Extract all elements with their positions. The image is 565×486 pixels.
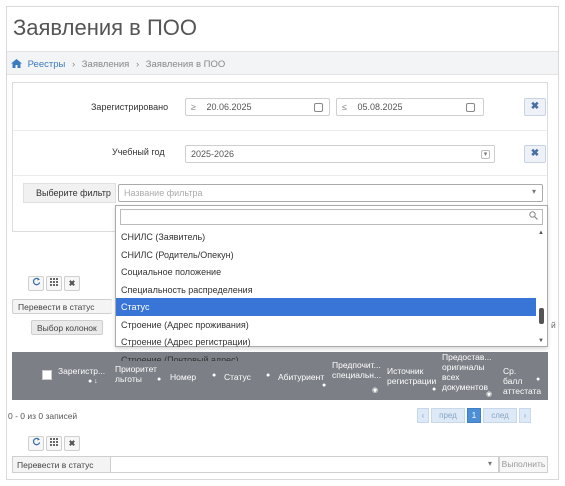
- refresh-button-bottom[interactable]: [28, 436, 44, 451]
- breadcrumb-separator: ›: [71, 59, 76, 70]
- close-button-bottom[interactable]: ✖: [64, 436, 80, 451]
- first-page-button[interactable]: ‹: [417, 408, 429, 423]
- filter-name-select[interactable]: Название фильтра ▾: [118, 184, 543, 202]
- refresh-icon: [32, 277, 40, 286]
- clear-registered-button[interactable]: ✖: [524, 98, 546, 116]
- grid-icon: [50, 438, 58, 446]
- year-value: 2025-2026: [191, 149, 235, 159]
- sort-icon[interactable]: ●: [322, 382, 326, 389]
- filter-name-placeholder: Название фильтра: [124, 188, 203, 198]
- dropdown-option[interactable]: СНИЛС (Родитель/Опекун): [116, 246, 536, 264]
- execute-button[interactable]: Выполнить: [499, 456, 548, 473]
- filter-row-registered: Зарегистрировано ≥ 20.06.2025 ≤ 05.08.20…: [13, 83, 547, 131]
- columns-grid-button[interactable]: [46, 276, 62, 291]
- prev-page-button[interactable]: пред: [431, 408, 465, 423]
- clear-year-button[interactable]: ✖: [524, 145, 546, 163]
- dropdown-search-input[interactable]: [120, 209, 543, 225]
- date-to-checkbox[interactable]: [466, 103, 475, 112]
- transfer-status-select[interactable]: Перевести в статус: [12, 299, 112, 314]
- execute-label: Выполнить: [501, 459, 546, 469]
- dropdown-option[interactable]: Строение (Адрес проживания): [116, 316, 536, 334]
- home-icon[interactable]: [11, 59, 22, 68]
- year-label: Учебный год: [112, 147, 165, 157]
- dropdown-option-selected[interactable]: Статус: [116, 298, 536, 316]
- breadcrumb-item-registries[interactable]: Реестры: [28, 59, 66, 70]
- col-avg-score[interactable]: Ср. балл аттестата: [503, 366, 541, 396]
- close-button[interactable]: ✖: [64, 276, 80, 291]
- sort-icon[interactable]: ●: [432, 386, 436, 393]
- date-from-field[interactable]: ≥ 20.06.2025: [185, 98, 330, 116]
- breadcrumb-item-current: Заявления в ПОО: [145, 59, 226, 70]
- op-to: ≤: [342, 102, 347, 112]
- bottom-transfer-label: Перевести в статус: [17, 460, 94, 470]
- sort-icon[interactable]: ●: [157, 376, 161, 383]
- dropdown-list: СНИЛС (Заявитель) СНИЛС (Родитель/Опекун…: [116, 228, 536, 361]
- filter-row-year: Учебный год 2025-2026 ▾ ✖: [13, 131, 547, 176]
- breadcrumb: Реестры › Заявления › Заявления в ПОО: [7, 51, 558, 75]
- scroll-up-icon[interactable]: ▲: [538, 230, 544, 236]
- next-label: след: [491, 411, 509, 420]
- dropdown-option[interactable]: СНИЛС (Заявитель): [116, 228, 536, 246]
- scroll-down-icon[interactable]: ▼: [538, 338, 544, 344]
- page-number: 1: [471, 411, 477, 420]
- registered-label: Зарегистрировано: [91, 102, 169, 112]
- col-priority[interactable]: Приоритет льготы: [115, 364, 157, 384]
- bottom-transfer-label-box: Перевести в статус: [12, 456, 111, 473]
- col-applicant[interactable]: Абитуриент: [278, 372, 324, 382]
- page-title: Заявления в ПОО: [13, 15, 197, 40]
- columns-grid-button-bottom[interactable]: [46, 436, 62, 451]
- choose-columns-label: Выбор колонок: [37, 323, 97, 333]
- chevron-down-icon: ▾: [481, 150, 490, 159]
- select-all-checkbox[interactable]: [42, 370, 52, 380]
- sort-icon[interactable]: ●: [536, 376, 540, 383]
- choose-filter-label: Выберите фильтр: [36, 188, 111, 198]
- close-icon: ✖: [68, 439, 76, 448]
- dropdown-scrollbar[interactable]: ▲ ▼: [536, 228, 546, 346]
- col-registered[interactable]: Зарегистр...: [58, 366, 105, 376]
- page-1-button[interactable]: 1: [467, 408, 481, 423]
- col-status[interactable]: Статус: [224, 372, 251, 382]
- prev-label: пред: [439, 411, 457, 420]
- bottom-status-select[interactable]: ▾: [110, 456, 499, 473]
- col-number[interactable]: Номер: [170, 372, 196, 382]
- scrollbar-thumb[interactable]: [539, 308, 544, 324]
- last-page-button[interactable]: ›: [519, 408, 531, 423]
- filter-dropdown: СНИЛС (Заявитель) СНИЛС (Родитель/Опекун…: [115, 205, 548, 361]
- next-page-button[interactable]: след: [483, 408, 517, 423]
- col-source[interactable]: Источник регистрации: [387, 366, 436, 386]
- sort-icon[interactable]: ●: [266, 372, 270, 379]
- dropdown-option[interactable]: Строение (Адрес регистрации): [116, 333, 536, 351]
- sort-icon[interactable]: ●: [212, 372, 216, 379]
- dropdown-option[interactable]: Строение (Почтовый адрес): [116, 351, 536, 361]
- date-from-value: 20.06.2025: [206, 102, 252, 112]
- col-preferred-specialty[interactable]: Предпочит... специальн...: [332, 360, 382, 380]
- dropdown-option[interactable]: Специальность распределения: [116, 281, 536, 299]
- date-to-value: 05.08.2025: [357, 102, 403, 112]
- breadcrumb-separator: ›: [135, 59, 140, 70]
- choose-columns-button[interactable]: Выбор колонок: [31, 320, 103, 335]
- eye-icon[interactable]: ◉: [372, 386, 378, 394]
- sort-icon[interactable]: ● ↓: [88, 378, 98, 385]
- breadcrumb-item-applications[interactable]: Заявления: [82, 59, 130, 70]
- dropdown-option[interactable]: Социальное положение: [116, 263, 536, 281]
- transfer-status-label: Перевести в статус: [18, 302, 95, 312]
- records-count: 0 - 0 из 0 записей: [8, 411, 78, 421]
- search-icon: [529, 211, 538, 223]
- refresh-icon: [32, 437, 40, 446]
- date-to-field[interactable]: ≤ 05.08.2025: [336, 98, 484, 116]
- grid-icon: [50, 278, 58, 286]
- chevron-down-icon: ▾: [531, 187, 536, 196]
- chevron-down-icon: ▾: [487, 459, 492, 468]
- choose-filter-label-box: Выберите фильтр: [23, 183, 116, 203]
- year-select[interactable]: 2025-2026 ▾: [185, 145, 495, 163]
- refresh-button[interactable]: [28, 276, 44, 291]
- date-from-checkbox[interactable]: [314, 103, 323, 112]
- op-from: ≥: [191, 102, 196, 112]
- eye-icon[interactable]: ◉: [486, 390, 492, 398]
- close-icon: ✖: [68, 279, 76, 288]
- partial-label: й: [551, 320, 556, 330]
